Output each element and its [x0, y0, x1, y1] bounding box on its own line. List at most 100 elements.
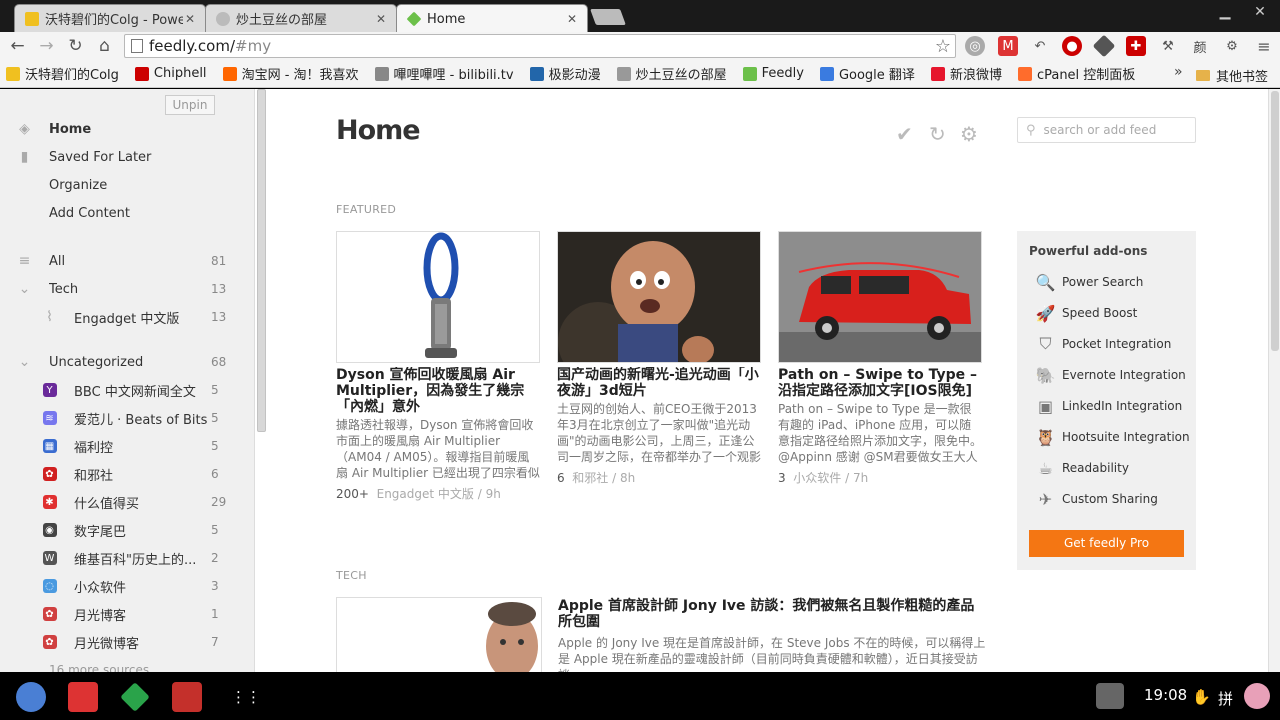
- featured-card[interactable]: Dyson 宣佈回收暖風扇 Air Multiplier，因為發生了幾宗「內燃」…: [336, 231, 540, 502]
- close-tab-icon[interactable]: ✕: [374, 12, 388, 26]
- featured-card[interactable]: Path on – Swipe to Type – 沿指定路径添加文字[IOS限…: [778, 231, 982, 486]
- gmail-app-icon[interactable]: [68, 682, 98, 712]
- tab-home[interactable]: Home ✕: [396, 4, 588, 33]
- addon-item[interactable]: 🚀 Speed Boost: [1029, 301, 1194, 325]
- gmail-extension-icon[interactable]: M: [998, 36, 1018, 56]
- bookmark-item[interactable]: 淘宝网 - 淘！我喜欢: [222, 64, 359, 83]
- sidebar-item-add-content[interactable]: Add Content: [0, 199, 255, 227]
- close-tab-icon[interactable]: ✕: [183, 12, 197, 26]
- sidebar-feed[interactable]: ✿ 月光博客 1: [0, 600, 255, 628]
- refresh-icon[interactable]: ↻: [929, 122, 946, 146]
- bookmark-item[interactable]: 炒土豆丝の部屋: [616, 64, 727, 83]
- youtube-app-icon[interactable]: [172, 682, 202, 712]
- unread-count: 13: [211, 310, 227, 324]
- more-sources-link[interactable]: 16 more sources: [0, 656, 255, 672]
- adblock-extension-icon[interactable]: ●: [1062, 36, 1082, 56]
- close-tab-icon[interactable]: ✕: [565, 12, 579, 26]
- sidebar-scrollbar[interactable]: [257, 89, 266, 432]
- notification-icon[interactable]: [1096, 683, 1124, 709]
- sidebar-item-all[interactable]: ≡ All 81: [0, 247, 255, 275]
- article-title[interactable]: Dyson 宣佈回收暖風扇 Air Multiplier，因為發生了幾宗「內燃」…: [336, 367, 540, 415]
- sidebar-item-label: 福利控: [74, 440, 114, 456]
- sidebar-feed[interactable]: ◌ 小众软件 3: [0, 572, 255, 600]
- app-launcher-icon[interactable]: ⋮⋮: [231, 688, 261, 706]
- addon-item[interactable]: ✈ Custom Sharing: [1029, 487, 1194, 511]
- sidebar-category-uncategorized[interactable]: ⌄ Uncategorized 68: [0, 348, 255, 376]
- url-path: #my: [235, 37, 272, 55]
- addon-item[interactable]: 🐘 Evernote Integration: [1029, 363, 1194, 387]
- other-bookmarks[interactable]: 其他书签: [1196, 66, 1270, 85]
- feed-favicon-icon: W: [42, 551, 57, 565]
- bookmark-item[interactable]: 极影动漫: [529, 64, 601, 83]
- clock[interactable]: 19:08: [1144, 686, 1187, 704]
- sidebar-feed[interactable]: ◉ 数字尾巴 5: [0, 516, 255, 544]
- close-window-button[interactable]: ✕: [1245, 4, 1275, 20]
- addon-item[interactable]: ▣ LinkedIn Integration: [1029, 394, 1194, 418]
- scrollbar-thumb[interactable]: [1271, 91, 1279, 351]
- bookmark-item[interactable]: cPanel 控制面板: [1017, 64, 1135, 83]
- gear-icon[interactable]: ⚙: [960, 122, 978, 146]
- bookmark-item[interactable]: 嗶哩嗶哩 - bilibili.tv: [374, 64, 514, 83]
- yan-extension-icon[interactable]: 颜: [1190, 36, 1210, 56]
- featured-card[interactable]: 国产动画的新曙光-追光动画「小夜游」3d短片 土豆网的创始人、前CEO王微于20…: [557, 231, 761, 486]
- sidebar-item-saved[interactable]: ▮ Saved For Later: [0, 143, 255, 171]
- sidebar-feed[interactable]: ✱ 什么值得买 29: [0, 488, 255, 516]
- sidebar-feed[interactable]: ▦ 福利控 5: [0, 432, 255, 460]
- mark-read-icon[interactable]: ✔: [896, 122, 913, 146]
- get-feedly-pro-button[interactable]: Get feedly Pro: [1029, 530, 1184, 557]
- ime-indicator[interactable]: 拼: [1218, 688, 1233, 709]
- tab-potato[interactable]: 炒土豆丝の部屋 ✕: [205, 4, 397, 32]
- sidebar-feed[interactable]: ✿ 和邪社 6: [0, 460, 255, 488]
- page-title: Home: [336, 115, 421, 146]
- bookmark-item[interactable]: Feedly: [742, 66, 804, 81]
- touch-icon[interactable]: ✋: [1192, 688, 1211, 706]
- reload-icon[interactable]: ↻: [61, 36, 90, 56]
- addon-item[interactable]: 🔍 Power Search: [1029, 270, 1194, 294]
- bookmark-item[interactable]: 沃特碧们的Colg: [6, 64, 119, 83]
- addon-item[interactable]: 🦉 Hootsuite Integration: [1029, 425, 1194, 449]
- new-tab-button[interactable]: [590, 9, 626, 25]
- home-icon[interactable]: ⌂: [90, 36, 119, 56]
- tools-extension-icon[interactable]: ⚒: [1158, 36, 1178, 56]
- sidebar-feed[interactable]: Y BBC 中文网新闻全文 5: [0, 376, 255, 404]
- feed-favicon-icon: ▦: [42, 439, 57, 453]
- minimize-button[interactable]: ▁: [1210, 4, 1240, 20]
- article-title[interactable]: Path on – Swipe to Type – 沿指定路径添加文字[IOS限…: [778, 367, 982, 399]
- undo-extension-icon[interactable]: ↶: [1030, 36, 1050, 56]
- bookmark-item[interactable]: Google 翻译: [819, 64, 915, 83]
- cross-extension-icon[interactable]: ✚: [1126, 36, 1146, 56]
- sidebar-category-tech[interactable]: ⌄ Tech 13: [0, 275, 255, 303]
- tab-colg[interactable]: 沃特碧们的Colg - Power ✕: [14, 4, 206, 32]
- sync-extension-icon[interactable]: ◎: [965, 36, 985, 56]
- chrome-app-icon[interactable]: [16, 682, 46, 712]
- bookmark-item[interactable]: Chiphell: [134, 66, 207, 81]
- search-input[interactable]: ⚲ search or add feed: [1017, 117, 1196, 143]
- bookmark-star-icon[interactable]: ☆: [935, 36, 951, 57]
- addon-icon: ▣: [1037, 396, 1054, 416]
- unread-count: 5: [211, 383, 219, 397]
- avatar[interactable]: [1244, 683, 1270, 709]
- drive-app-icon[interactable]: [120, 682, 150, 712]
- bookmarks-overflow-button[interactable]: »: [1174, 64, 1190, 80]
- bookmark-favicon-icon: [819, 66, 834, 81]
- article-title[interactable]: Apple 首席設計師 Jony Ive 訪談：我們被無名且製作粗糙的產品所包圍: [558, 598, 988, 630]
- sidebar-feed[interactable]: W 维基百科"历史上的... 2: [0, 544, 255, 572]
- bookmark-item[interactable]: 新浪微博: [930, 64, 1002, 83]
- sidebar-item-home[interactable]: ◈ Home: [0, 115, 255, 143]
- settings-extension-icon[interactable]: ⚙: [1222, 36, 1242, 56]
- addon-item[interactable]: ⛉ Pocket Integration: [1029, 332, 1194, 356]
- sidebar-feed[interactable]: ✿ 月光微博客 7: [0, 628, 255, 656]
- forward-arrow-icon[interactable]: →: [32, 36, 61, 56]
- page-scrollbar[interactable]: [1268, 89, 1280, 672]
- sidebar-feed-engadget[interactable]: ⌇ Engadget 中文版 13: [0, 303, 255, 331]
- unpin-button[interactable]: Unpin: [165, 95, 215, 115]
- sidebar-item-organize[interactable]: Organize: [0, 171, 255, 199]
- address-bar[interactable]: feedly.com/#my ☆: [124, 34, 956, 58]
- article-source: Engadget 中文版 / 9h: [376, 487, 501, 501]
- addon-item[interactable]: ☕ Readability: [1029, 456, 1194, 480]
- sidebar-feed[interactable]: ≋ 爱范儿 · Beats of Bits 5: [0, 404, 255, 432]
- article-title[interactable]: 国产动画的新曙光-追光动画「小夜游」3d短片: [557, 367, 761, 399]
- back-arrow-icon[interactable]: ←: [3, 36, 32, 56]
- menu-icon[interactable]: ≡: [1254, 36, 1274, 56]
- bookmark-label: 嗶哩嗶哩 - bilibili.tv: [393, 68, 514, 83]
